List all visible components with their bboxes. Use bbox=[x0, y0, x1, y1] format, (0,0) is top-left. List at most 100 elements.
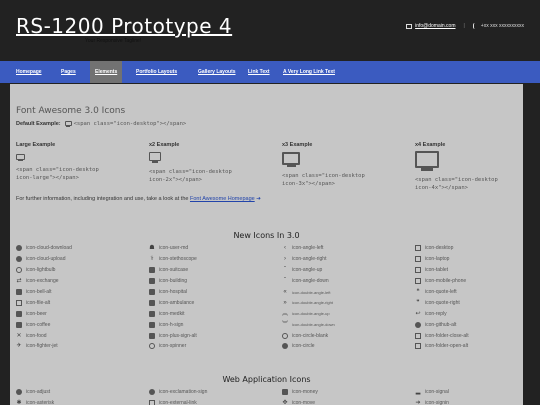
icon-list-item: ✱ icon-asterisk bbox=[16, 398, 149, 405]
x2-example: x2 Example <span class="icon-desktop ico… bbox=[149, 142, 249, 184]
default-example-code: <span class="icon-desktop"></span> bbox=[73, 121, 187, 127]
new-icons-heading: New Icons In 3.0 bbox=[233, 231, 300, 240]
icon-list-label: icon-asterisk bbox=[26, 400, 55, 405]
envelope-icon bbox=[406, 23, 413, 29]
x3-example: x3 Example <span class="icon-desktop ico… bbox=[282, 142, 382, 188]
desktop-icon bbox=[415, 245, 421, 252]
icon-list-label: icon-github-alt bbox=[425, 321, 457, 328]
nav-item-elements[interactable]: Elements bbox=[90, 61, 123, 83]
icon-list-label: icon-adjust bbox=[26, 389, 51, 396]
example-code: <span class="icon-desktop icon-2x"></spa… bbox=[149, 169, 232, 183]
icon-list-item: icon-coffee bbox=[16, 319, 149, 330]
icon-list-label: icon-ambulance bbox=[159, 299, 195, 306]
quote-right-icon: ❞ bbox=[416, 299, 420, 306]
icon-list-item: ⚕ icon-stethoscope bbox=[149, 254, 282, 265]
nav-item-homepage[interactable]: Homepage bbox=[16, 61, 42, 83]
cloud-icon bbox=[16, 245, 22, 252]
nav-item-portfolio-layouts[interactable]: Portfolio Layouts bbox=[136, 61, 177, 83]
icon-list-label: icon-mobile-phone bbox=[425, 278, 467, 285]
site-title[interactable]: RS-1200 Prototype 4 bbox=[16, 14, 232, 38]
icon-list-label: icon-double-angle-up bbox=[292, 311, 330, 317]
icon-list-label: icon-signal bbox=[425, 389, 449, 396]
food-icon: ✕ bbox=[16, 332, 22, 339]
nav-item-long-link-text[interactable]: A Very Long Link Text bbox=[283, 61, 335, 83]
page-title: Font Awesome 3.0 Icons bbox=[16, 106, 126, 116]
icon-list-label: icon-exchange bbox=[26, 278, 59, 285]
site-tagline: Your Responsive Tagline! bbox=[85, 38, 142, 44]
circle-blank-icon bbox=[282, 332, 288, 339]
icon-list-item: ▂ icon-signal bbox=[415, 387, 516, 398]
icon-list-label: icon-folder-close-alt bbox=[425, 332, 469, 339]
icon-list-item: icon-desktop bbox=[415, 243, 516, 254]
double-angle-left-icon: « bbox=[283, 289, 287, 295]
icon-list-item: ✕ icon-food bbox=[16, 330, 149, 341]
icon-list-item: ‹ icon-angle-left bbox=[282, 243, 415, 254]
user-icon: ☗ bbox=[149, 245, 155, 252]
icon-list-item: icon-cloud-download bbox=[16, 243, 149, 254]
angle-right-icon: › bbox=[284, 256, 286, 263]
desktop-icon bbox=[149, 152, 161, 163]
building-icon bbox=[149, 278, 155, 285]
angle-up-icon: ˆ bbox=[284, 267, 286, 274]
icon-list-label: icon-reply bbox=[425, 310, 447, 317]
icon-list-label: icon-medkit bbox=[159, 310, 185, 317]
icon-list-label: icon-user-md bbox=[159, 245, 189, 252]
icon-list-label: icon-money bbox=[292, 389, 318, 396]
icon-list-label: icon-file-alt bbox=[26, 299, 51, 306]
icon-list-item: ✥ icon-move bbox=[282, 398, 415, 405]
icon-list-item: icon-circle-blank bbox=[282, 330, 415, 341]
nav-item-gallery-layouts[interactable]: Gallery Layouts bbox=[198, 61, 236, 83]
laptop-icon bbox=[415, 256, 421, 263]
arrow-right-icon: ➔ bbox=[256, 196, 261, 202]
suitcase-icon bbox=[149, 267, 155, 274]
fighter-jet-icon: ✈ bbox=[16, 343, 22, 350]
mobile-icon bbox=[415, 278, 421, 285]
signin-icon: ➔ bbox=[415, 400, 421, 405]
phone-number: +xx xxx xxxxxxxxxx bbox=[480, 23, 524, 29]
icon-list-item: icon-suitcase bbox=[149, 265, 282, 276]
icon-list-label: icon-cloud-upload bbox=[26, 256, 66, 263]
icon-list-label: icon-external-link bbox=[159, 400, 197, 405]
icon-list-item: › icon-angle-right bbox=[282, 254, 415, 265]
icon-list-label: icon-double-angle-right bbox=[292, 300, 333, 306]
icon-list-item: ⇄ icon-exchange bbox=[16, 276, 149, 287]
desktop-icon bbox=[415, 151, 439, 171]
github-icon bbox=[415, 321, 421, 328]
icon-list-label: icon-folder-open-alt bbox=[425, 343, 469, 350]
external-link-icon bbox=[149, 400, 155, 405]
icon-list-item: icon-lightbulb bbox=[16, 265, 149, 276]
icon-list-item: ↩ icon-reply bbox=[415, 308, 516, 319]
icon-list-label: icon-building bbox=[159, 278, 188, 285]
web-icons-heading: Web Application Icons bbox=[222, 375, 311, 384]
font-awesome-homepage-link[interactable]: Font Awesome Homepage bbox=[190, 196, 255, 202]
bell-icon bbox=[16, 289, 22, 295]
further-info-text: For further information, including integ… bbox=[16, 196, 189, 202]
main-content: Font Awesome 3.0 Icons Default Example: … bbox=[10, 84, 523, 405]
icon-list-item: icon-laptop bbox=[415, 254, 516, 265]
nav-item-link-text[interactable]: Link Text bbox=[248, 61, 270, 83]
icon-list-item: icon-beer bbox=[16, 308, 149, 319]
nav-item-pages[interactable]: Pages bbox=[61, 61, 76, 83]
plus-sign-icon bbox=[149, 332, 155, 339]
icon-list-item: ˆ icon-angle-up bbox=[282, 265, 415, 276]
ambulance-icon bbox=[149, 299, 155, 306]
file-icon bbox=[16, 299, 22, 306]
default-example-label: Default Example: bbox=[16, 121, 61, 127]
desktop-icon bbox=[64, 121, 72, 127]
email-link[interactable]: info@domain.com bbox=[415, 23, 455, 29]
icon-list-label: icon-tablet bbox=[425, 267, 449, 274]
icon-list-label: icon-circle bbox=[292, 343, 315, 350]
example-code: <span class="icon-desktop icon-large"></… bbox=[16, 167, 99, 181]
icon-list-label: icon-move bbox=[292, 400, 316, 405]
icon-list-item: icon-hospital bbox=[149, 287, 282, 298]
icon-list-item: ❞ icon-quote-right bbox=[415, 297, 516, 308]
folder-close-icon bbox=[415, 332, 421, 339]
icon-list-item: icon-circle bbox=[282, 341, 415, 352]
example-label: Large Example bbox=[16, 142, 56, 148]
icon-list-label: icon-food bbox=[26, 332, 47, 339]
icon-list-label: icon-plus-sign-alt bbox=[159, 332, 197, 339]
adjust-icon bbox=[16, 389, 22, 396]
example-code: <span class="icon-desktop icon-3x"></spa… bbox=[282, 173, 365, 187]
icon-list-label: icon-double-angle-down bbox=[292, 322, 335, 328]
asterisk-icon: ✱ bbox=[16, 400, 22, 405]
